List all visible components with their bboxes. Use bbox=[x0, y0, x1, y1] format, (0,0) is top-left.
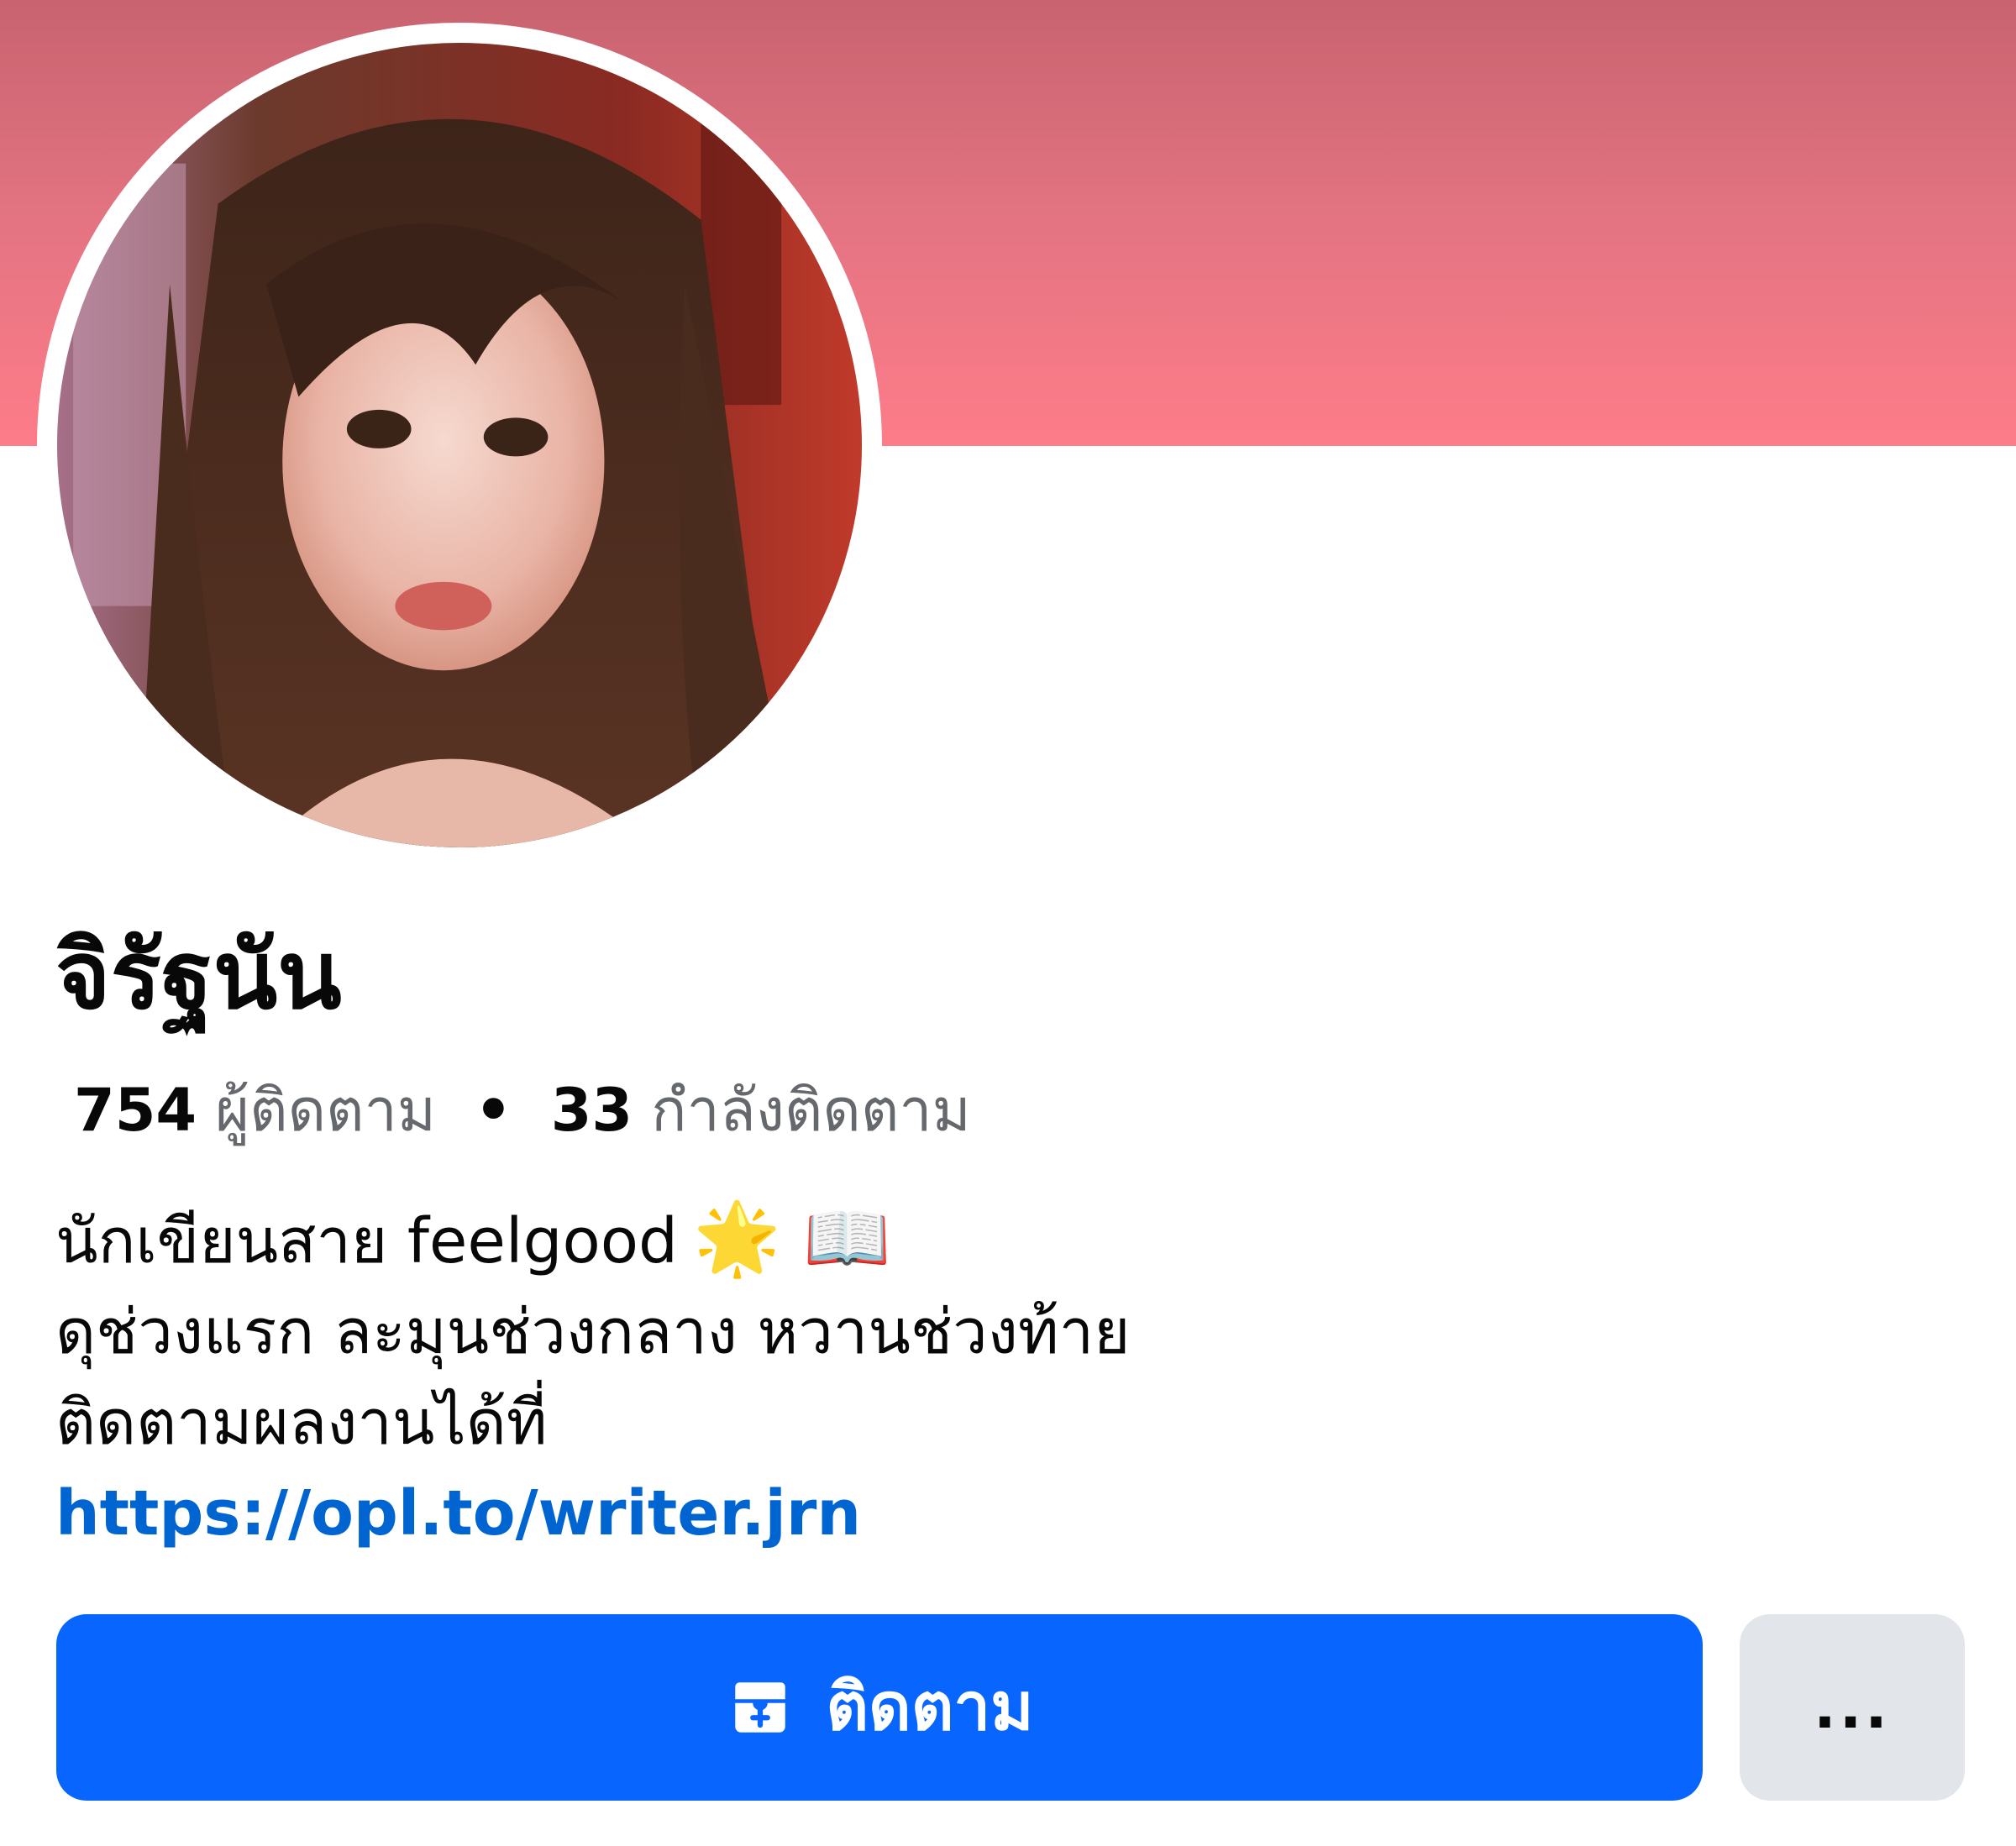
bio-line-3: ติดตามผลงานได้ที่ bbox=[55, 1387, 548, 1459]
following-count[interactable]: 33 bbox=[551, 1075, 633, 1146]
avatar-illustration bbox=[57, 43, 862, 847]
more-options-button[interactable]: ... bbox=[1740, 1614, 1965, 1801]
star-book-emoji: 🌟 📖 bbox=[692, 1197, 891, 1279]
stats-separator: • bbox=[474, 1076, 512, 1145]
following-label[interactable]: กำลังติดตาม bbox=[651, 1075, 971, 1146]
follow-stats: 754 ผู้ติดตาม • 33 กำลังติดตาม bbox=[74, 1075, 971, 1146]
follow-button-label: ติดตาม bbox=[826, 1670, 1034, 1745]
bio-line-2: ดุช่วงแรก ละมุนช่วงกลาง หวานช่วงท้าย bbox=[55, 1296, 1131, 1368]
more-icon: ... bbox=[1814, 1673, 1891, 1742]
followers-count[interactable]: 754 bbox=[74, 1075, 197, 1146]
profile-page: จิรัฐนัน 754 ผู้ติดตาม • 33 กำลังติดตาม … bbox=[0, 0, 2016, 1846]
bio-link[interactable]: https://opl.to/writer.jrn bbox=[55, 1468, 1131, 1559]
bio: นักเขียนสาย feelgood 🌟 📖 ดุช่วงแรก ละมุนช… bbox=[55, 1193, 1131, 1559]
follow-button[interactable]: ติดตาม bbox=[56, 1614, 1703, 1801]
bio-line-1: นักเขียนสาย feelgood 🌟 📖 bbox=[55, 1193, 1131, 1287]
add-to-inbox-icon bbox=[735, 1682, 786, 1733]
profile-name: จิรัฐนัน bbox=[55, 921, 342, 1031]
followers-label[interactable]: ผู้ติดตาม bbox=[215, 1075, 436, 1146]
avatar[interactable] bbox=[57, 43, 862, 847]
bio-line-1-text: นักเขียนสาย feelgood bbox=[55, 1205, 678, 1277]
